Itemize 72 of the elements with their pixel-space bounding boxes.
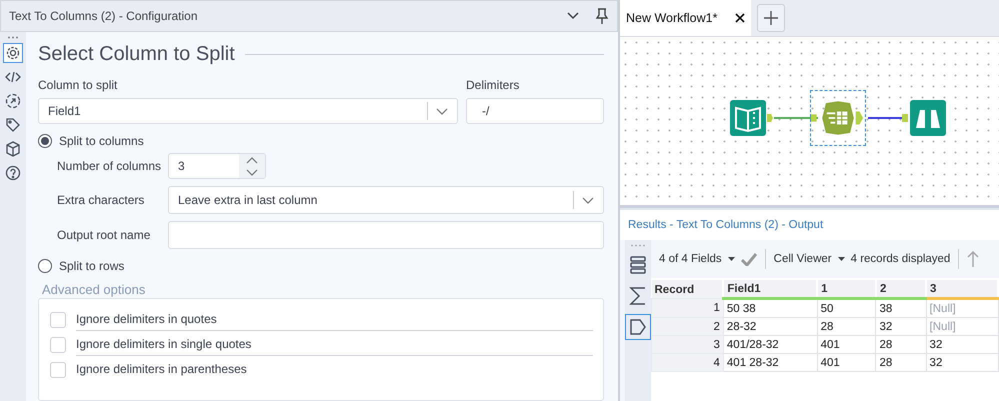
checkbox-label: Ignore delimiters in parentheses [76, 361, 248, 378]
table-cell: 401/28-32 [723, 336, 818, 354]
table-cell: 28 [876, 354, 926, 372]
checkbox-label: Ignore delimiters in quotes [76, 309, 593, 331]
field-label: Output root name [57, 228, 152, 242]
field-label: Extra characters [57, 193, 146, 207]
drag-handle-icon [7, 36, 19, 39]
record-number: 3 [652, 336, 724, 354]
column-dropdown[interactable]: Field1 [38, 98, 458, 124]
connector-line [868, 116, 904, 120]
checkbox[interactable] [50, 312, 66, 328]
results-title: Results - Text To Columns (2) - Output [628, 219, 824, 231]
column-header[interactable]: 2 [876, 280, 926, 298]
delimiters-field[interactable]: -/ [466, 98, 604, 124]
table-cell: 50 [817, 298, 876, 318]
close-icon[interactable] [735, 13, 746, 23]
panel-title: Text To Columns (2) - Configuration [9, 9, 198, 23]
workflow-tab[interactable]: New Workflow1* [620, 0, 752, 36]
plus-icon [763, 10, 780, 26]
chevron-down-icon [582, 196, 594, 204]
table-cell: [Null] [926, 298, 998, 318]
settings-icon[interactable] [3, 43, 23, 63]
table-cell: 28-32 [723, 318, 818, 336]
record-count: 4 records displayed [850, 253, 950, 265]
pin-icon[interactable] [595, 8, 609, 24]
caret-icon[interactable] [838, 257, 845, 261]
table-cell: [Null] [926, 318, 998, 336]
caret-icon[interactable] [728, 257, 735, 261]
checkbox[interactable] [50, 337, 66, 353]
section-heading: Select Column to Split [38, 42, 235, 66]
chevron-down-icon[interactable] [246, 168, 258, 176]
hexagon-node-icon[interactable] [810, 90, 866, 146]
column-header[interactable]: 3 [926, 280, 998, 298]
fields-dropdown[interactable]: 4 of 4 Fields [659, 253, 722, 265]
new-tab-button[interactable] [757, 4, 786, 32]
chevron-down-icon[interactable] [567, 12, 579, 20]
table-cell: 28 [817, 318, 876, 336]
connector-line [774, 116, 818, 120]
chevron-down-icon [436, 108, 448, 114]
output-root-name-field[interactable] [168, 221, 604, 249]
checkmark-icon[interactable] [740, 252, 757, 266]
table-cell: 50 38 [723, 298, 818, 318]
table-cell: 32 [926, 354, 998, 372]
table-cell: 32 [876, 318, 926, 336]
cell-viewer-dropdown[interactable]: Cell Viewer [774, 253, 832, 265]
table-cell: 401 28-32 [723, 354, 818, 372]
binoculars-node-icon[interactable] [899, 97, 949, 139]
table-cell: 32 [926, 336, 998, 354]
record-number: 1 [652, 298, 724, 318]
radio-button[interactable]: Split to rows [38, 259, 124, 273]
chevron-up-icon[interactable] [246, 156, 258, 164]
table-cell: 401 [817, 336, 876, 354]
table-cell: 401 [817, 354, 876, 372]
table-cell: 28 [876, 336, 926, 354]
column-header[interactable]: Field1 [723, 280, 818, 298]
help-icon[interactable] [3, 163, 23, 183]
record-number: 4 [652, 354, 724, 372]
drag-handle-icon [630, 244, 646, 247]
checkbox[interactable] [50, 362, 66, 378]
checkbox-label: Ignore delimiters in single quotes [76, 334, 593, 356]
table-cell: 38 [876, 298, 926, 318]
radio-button[interactable]: Split to columns [38, 134, 144, 148]
field-label: Column to split [38, 78, 118, 92]
group-title: Advanced options [42, 282, 146, 297]
field-label: Delimiters [466, 78, 520, 92]
extra-characters-dropdown[interactable]: Leave extra in last column [168, 186, 604, 214]
column-header[interactable]: Record [652, 280, 724, 298]
tag-icon[interactable] [625, 314, 651, 340]
field-label: Number of columns [57, 159, 162, 173]
number-spinner[interactable]: 3 [168, 153, 266, 179]
column-header[interactable]: 1 [817, 280, 876, 298]
record-number: 2 [652, 318, 724, 336]
